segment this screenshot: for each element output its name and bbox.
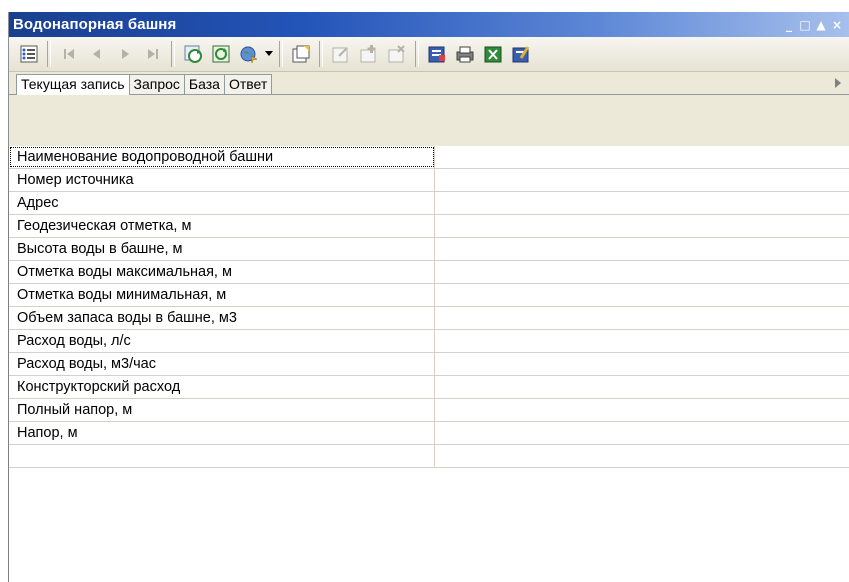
grid-view-icon	[20, 45, 38, 63]
grid-view-button[interactable]	[15, 40, 43, 68]
table-row[interactable]: Напор, м	[9, 422, 849, 445]
field-value[interactable]	[435, 284, 849, 306]
table-row[interactable]: Отметка воды максимальная, м	[9, 261, 849, 284]
toolbar	[9, 37, 849, 72]
field-label[interactable]: Адрес	[9, 192, 435, 214]
field-value[interactable]	[435, 422, 849, 444]
delete-record-icon	[388, 45, 405, 63]
field-value[interactable]	[435, 215, 849, 237]
new-document-icon	[292, 45, 310, 63]
field-label[interactable]: Конструкторский расход	[9, 376, 435, 398]
field-label[interactable]: Отметка воды максимальная, м	[9, 261, 435, 283]
excel-icon	[484, 46, 502, 63]
field-label[interactable]: Номер источника	[9, 169, 435, 191]
field-value[interactable]	[435, 169, 849, 191]
table-row[interactable]: Отметка воды минимальная, м	[9, 284, 849, 307]
tab-database[interactable]: База	[183, 74, 225, 94]
field-value[interactable]	[435, 146, 849, 168]
field-value[interactable]	[435, 238, 849, 260]
field-value[interactable]	[435, 330, 849, 352]
prev-record-button[interactable]	[83, 40, 111, 68]
delete-record-button[interactable]	[383, 40, 411, 68]
window-controls: _ □ ▲ ×	[783, 18, 843, 32]
table-row[interactable]: Конструкторский расход	[9, 376, 849, 399]
minimize-button[interactable]: _	[783, 18, 795, 32]
globe-icon	[240, 46, 258, 64]
rollup-button[interactable]: ▲	[815, 18, 827, 32]
tab-scroll-right-button[interactable]	[831, 75, 845, 91]
last-record-icon	[148, 49, 158, 59]
reload-button[interactable]	[207, 40, 235, 68]
field-label[interactable]: Наименование водопроводной башни	[9, 146, 435, 168]
table-row[interactable]: Адрес	[9, 192, 849, 215]
toolbar-separator	[279, 41, 283, 67]
dropdown-arrow-icon	[265, 51, 273, 56]
tab-strip: Текущая запись Запрос База Ответ	[9, 72, 849, 95]
globe-button[interactable]	[235, 40, 263, 68]
properties-button[interactable]	[507, 40, 535, 68]
field-value[interactable]	[435, 261, 849, 283]
prev-record-icon	[93, 49, 100, 59]
field-label[interactable]: Расход воды, л/с	[9, 330, 435, 352]
field-value[interactable]	[435, 353, 849, 375]
add-record-button[interactable]	[355, 40, 383, 68]
first-record-icon	[64, 49, 74, 59]
next-record-icon	[122, 49, 129, 59]
export-icon	[428, 46, 445, 63]
field-value[interactable]	[435, 399, 849, 421]
excel-button[interactable]	[479, 40, 507, 68]
globe-dropdown-button[interactable]	[263, 40, 275, 68]
table-row[interactable]	[9, 445, 849, 468]
field-label[interactable]: Напор, м	[9, 422, 435, 444]
edit-record-button[interactable]	[327, 40, 355, 68]
field-label[interactable]: Отметка воды минимальная, м	[9, 284, 435, 306]
new-document-button[interactable]	[287, 40, 315, 68]
field-label[interactable]: Расход воды, м3/час	[9, 353, 435, 375]
close-button[interactable]: ×	[831, 18, 843, 32]
toolbar-separator	[319, 41, 323, 67]
table-row[interactable]: Номер источника	[9, 169, 849, 192]
table-row[interactable]: Геодезическая отметка, м	[9, 215, 849, 238]
first-record-button[interactable]	[55, 40, 83, 68]
field-label[interactable]: Полный напор, м	[9, 399, 435, 421]
toolbar-separator	[171, 41, 175, 67]
table-row[interactable]: Высота воды в башне, м	[9, 238, 849, 261]
refresh-button[interactable]	[179, 40, 207, 68]
edit-record-icon	[332, 47, 348, 63]
add-record-icon	[360, 45, 376, 63]
reload-icon	[212, 45, 230, 63]
field-value[interactable]	[435, 445, 849, 467]
window-title: Водонапорная башня	[13, 16, 177, 33]
print-icon	[456, 46, 474, 63]
table-row[interactable]: Расход воды, м3/час	[9, 353, 849, 376]
chevron-right-icon	[835, 78, 841, 88]
table-row[interactable]: Полный напор, м	[9, 399, 849, 422]
field-label[interactable]: Геодезическая отметка, м	[9, 215, 435, 237]
table-row[interactable]: Расход воды, л/с	[9, 330, 849, 353]
toolbar-separator	[415, 41, 419, 67]
export-button[interactable]	[423, 40, 451, 68]
field-label[interactable]: Объем запаса воды в башне, м3	[9, 307, 435, 329]
properties-icon	[512, 46, 530, 63]
table-row[interactable]: Наименование водопроводной башни	[9, 146, 849, 169]
refresh-icon	[184, 45, 202, 63]
next-record-button[interactable]	[111, 40, 139, 68]
table-row[interactable]: Объем запаса воды в башне, м3	[9, 307, 849, 330]
title-bar[interactable]: Водонапорная башня _ □ ▲ ×	[9, 12, 849, 37]
field-value[interactable]	[435, 376, 849, 398]
tab-current-record[interactable]: Текущая запись	[16, 74, 130, 95]
field-label[interactable]	[9, 445, 435, 467]
toolbar-separator	[47, 41, 51, 67]
tab-query[interactable]: Запрос	[128, 74, 185, 94]
print-button[interactable]	[451, 40, 479, 68]
maximize-button[interactable]: □	[799, 18, 811, 32]
record-grid: Наименование водопроводной башни Номер и…	[8, 146, 849, 582]
field-value[interactable]	[435, 192, 849, 214]
field-value[interactable]	[435, 307, 849, 329]
field-label[interactable]: Высота воды в башне, м	[9, 238, 435, 260]
last-record-button[interactable]	[139, 40, 167, 68]
tab-answer[interactable]: Ответ	[223, 74, 273, 94]
